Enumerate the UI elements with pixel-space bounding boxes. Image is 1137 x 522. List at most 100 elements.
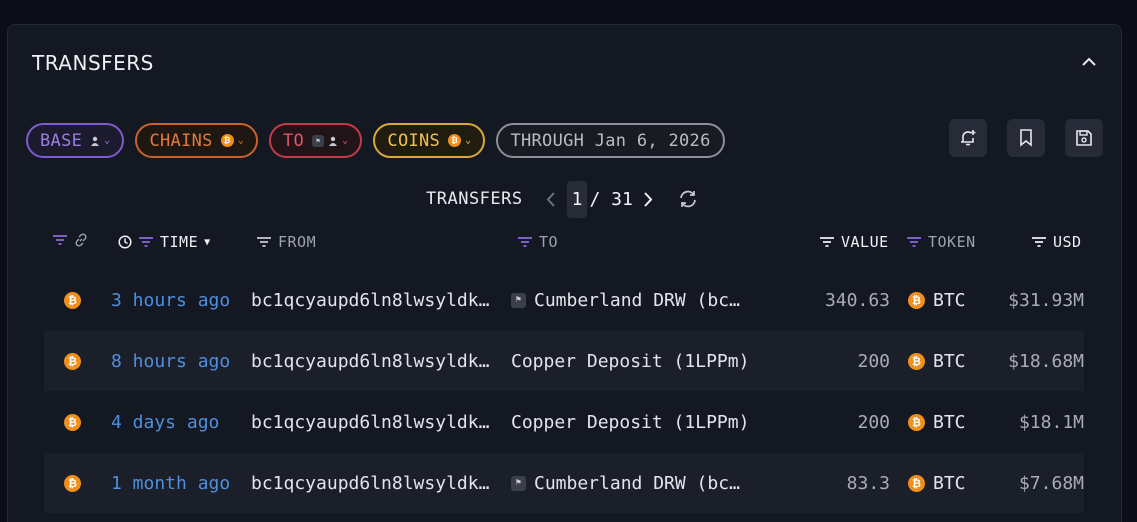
table-row[interactable]: ₿ 4 days ago bc1qcyaupd6ln8lwsyldk… Copper … — [44, 392, 1084, 452]
clock-icon — [118, 235, 132, 249]
column-value[interactable]: VALUE — [819, 233, 889, 251]
filter-icon[interactable] — [1031, 236, 1047, 248]
filter-icon[interactable] — [52, 234, 68, 246]
bookmark-button[interactable] — [1007, 119, 1045, 157]
entity-logo-icon: ⚑ — [511, 292, 526, 308]
prev-page-button[interactable] — [541, 189, 561, 209]
bitcoin-icon: ₿ — [220, 134, 234, 147]
token-symbol: BTC — [933, 289, 966, 311]
table-row[interactable]: ₿ 3 hours ago bc1qcyaupd6ln8lwsyldk… ⚑ Cumbe… — [44, 270, 1084, 330]
filter-through-label: THROUGH Jan 6, 2026 — [510, 130, 711, 151]
chevron-down-icon: ⌄ — [104, 135, 111, 146]
user-icon — [91, 136, 100, 146]
token-symbol: BTC — [933, 472, 966, 494]
from-address[interactable]: bc1qcyaupd6ln8lwsyldk… — [251, 331, 489, 391]
link-icon[interactable] — [74, 233, 88, 247]
refresh-button[interactable] — [677, 188, 699, 210]
chevron-right-icon — [644, 191, 653, 207]
chevron-down-icon: ⌄ — [465, 135, 472, 146]
collapse-button[interactable] — [1079, 51, 1099, 71]
column-value-label: VALUE — [841, 233, 889, 251]
to-entity-label: Copper Deposit (1LPPm) — [511, 350, 750, 372]
transfers-panel: TRANSFERS BASE ⌄ CHAINS ₿ ⌄ TO ⚑ ⌄ COINS… — [7, 24, 1122, 522]
filter-base-label: BASE — [40, 130, 83, 151]
token-cell[interactable]: ₿ BTC — [908, 331, 966, 391]
to-entity-label: Cumberland DRW (bc… — [534, 289, 740, 311]
column-from[interactable]: FROM — [256, 233, 316, 251]
alert-button[interactable] — [949, 119, 987, 157]
column-token-label: TOKEN — [928, 233, 976, 251]
from-address[interactable]: bc1qcyaupd6ln8lwsyldk… — [251, 270, 489, 330]
usd-amount: $18.1M — [1018, 411, 1084, 433]
bitcoin-icon: ₿ — [448, 134, 462, 147]
filter-coins-label: COINS — [387, 130, 441, 151]
table-row[interactable]: ₿ 1 month ago bc1qcyaupd6ln8lwsyldk… ⚑ Cumbe… — [44, 453, 1084, 513]
column-token[interactable]: TOKEN — [906, 233, 976, 251]
token-symbol: BTC — [933, 350, 966, 372]
value-amount: 83.3 — [846, 472, 890, 494]
token-cell[interactable]: ₿ BTC — [908, 270, 966, 330]
filter-icon[interactable] — [906, 236, 922, 248]
column-to[interactable]: TO — [517, 233, 558, 251]
save-button[interactable] — [1065, 119, 1103, 157]
to-entity-label: Cumberland DRW (bc… — [534, 472, 740, 494]
total-pages: / 31 — [589, 188, 633, 210]
filter-icon[interactable] — [256, 236, 272, 248]
panel-title: TRANSFERS — [32, 51, 154, 75]
usd-amount: $7.68M — [1018, 472, 1084, 494]
usd-amount: $31.93M — [1008, 289, 1084, 311]
filter-icon[interactable] — [819, 236, 835, 248]
filter-base[interactable]: BASE ⌄ — [26, 123, 125, 158]
time-link[interactable]: 1 month ago — [111, 453, 230, 513]
filter-to[interactable]: TO ⚑ ⌄ — [269, 123, 363, 158]
from-address[interactable]: bc1qcyaupd6ln8lwsyldk… — [251, 392, 489, 452]
bell-plus-icon — [961, 130, 976, 146]
bookmark-icon — [1020, 129, 1032, 147]
column-to-label: TO — [539, 233, 559, 251]
chevron-down-icon: ⌄ — [342, 135, 349, 146]
column-usd-label: USD — [1053, 233, 1082, 251]
time-link[interactable]: 3 hours ago — [111, 270, 230, 330]
pagination: TRANSFERS 1 / 31 — [426, 180, 699, 218]
current-page[interactable]: 1 — [566, 180, 588, 218]
entity-logo-icon: ⚑ — [511, 475, 526, 491]
token-cell[interactable]: ₿ BTC — [908, 392, 966, 452]
to-entity[interactable]: ⚑ Cumberland DRW (bc… — [511, 270, 740, 330]
pager-label: TRANSFERS — [426, 189, 523, 209]
next-page-button[interactable] — [639, 189, 659, 209]
bitcoin-icon: ₿ — [908, 474, 925, 492]
table-header: TIME ▼ FROM TO VALUE TOKEN USD — [44, 233, 1084, 255]
filter-icon[interactable] — [517, 236, 533, 248]
chevron-up-icon — [1082, 57, 1096, 66]
bitcoin-icon: ₿ — [64, 474, 81, 492]
filter-chains[interactable]: CHAINS ₿ ⌄ — [135, 123, 259, 158]
filter-coins[interactable]: COINS ₿ ⌄ — [373, 123, 486, 158]
column-from-label: FROM — [278, 233, 317, 251]
value-amount: 200 — [857, 350, 890, 372]
sort-desc-icon[interactable]: ▼ — [204, 237, 211, 248]
to-entity[interactable]: ⚑ Cumberland DRW (bc… — [511, 453, 740, 513]
time-link[interactable]: 8 hours ago — [111, 331, 230, 391]
token-cell[interactable]: ₿ BTC — [908, 453, 966, 513]
token-symbol: BTC — [933, 411, 966, 433]
bitcoin-icon: ₿ — [908, 352, 925, 370]
user-icon — [329, 136, 338, 146]
bitcoin-icon: ₿ — [64, 413, 81, 431]
refresh-icon — [679, 190, 696, 208]
column-time[interactable]: TIME ▼ — [118, 233, 211, 251]
table-row[interactable]: ₿ 8 hours ago bc1qcyaupd6ln8lwsyldk… Copper… — [44, 331, 1084, 391]
entity-icon: ⚑ — [312, 134, 325, 147]
time-link[interactable]: 4 days ago — [111, 392, 219, 452]
filter-to-label: TO — [283, 130, 305, 151]
save-icon — [1076, 130, 1092, 146]
chevron-down-icon: ⌄ — [237, 135, 245, 146]
column-usd[interactable]: USD — [1031, 233, 1082, 251]
filter-through-date[interactable]: THROUGH Jan 6, 2026 — [496, 123, 725, 158]
bitcoin-icon: ₿ — [64, 352, 81, 370]
value-amount: 200 — [857, 411, 890, 433]
filter-icon[interactable] — [138, 236, 154, 248]
filter-bar: BASE ⌄ CHAINS ₿ ⌄ TO ⚑ ⌄ COINS ₿ ⌄ THROU… — [26, 123, 725, 158]
from-address[interactable]: bc1qcyaupd6ln8lwsyldk… — [251, 453, 489, 513]
to-entity[interactable]: Copper Deposit (1LPPm) — [511, 392, 749, 452]
to-entity[interactable]: Copper Deposit (1LPPm) — [511, 331, 749, 391]
